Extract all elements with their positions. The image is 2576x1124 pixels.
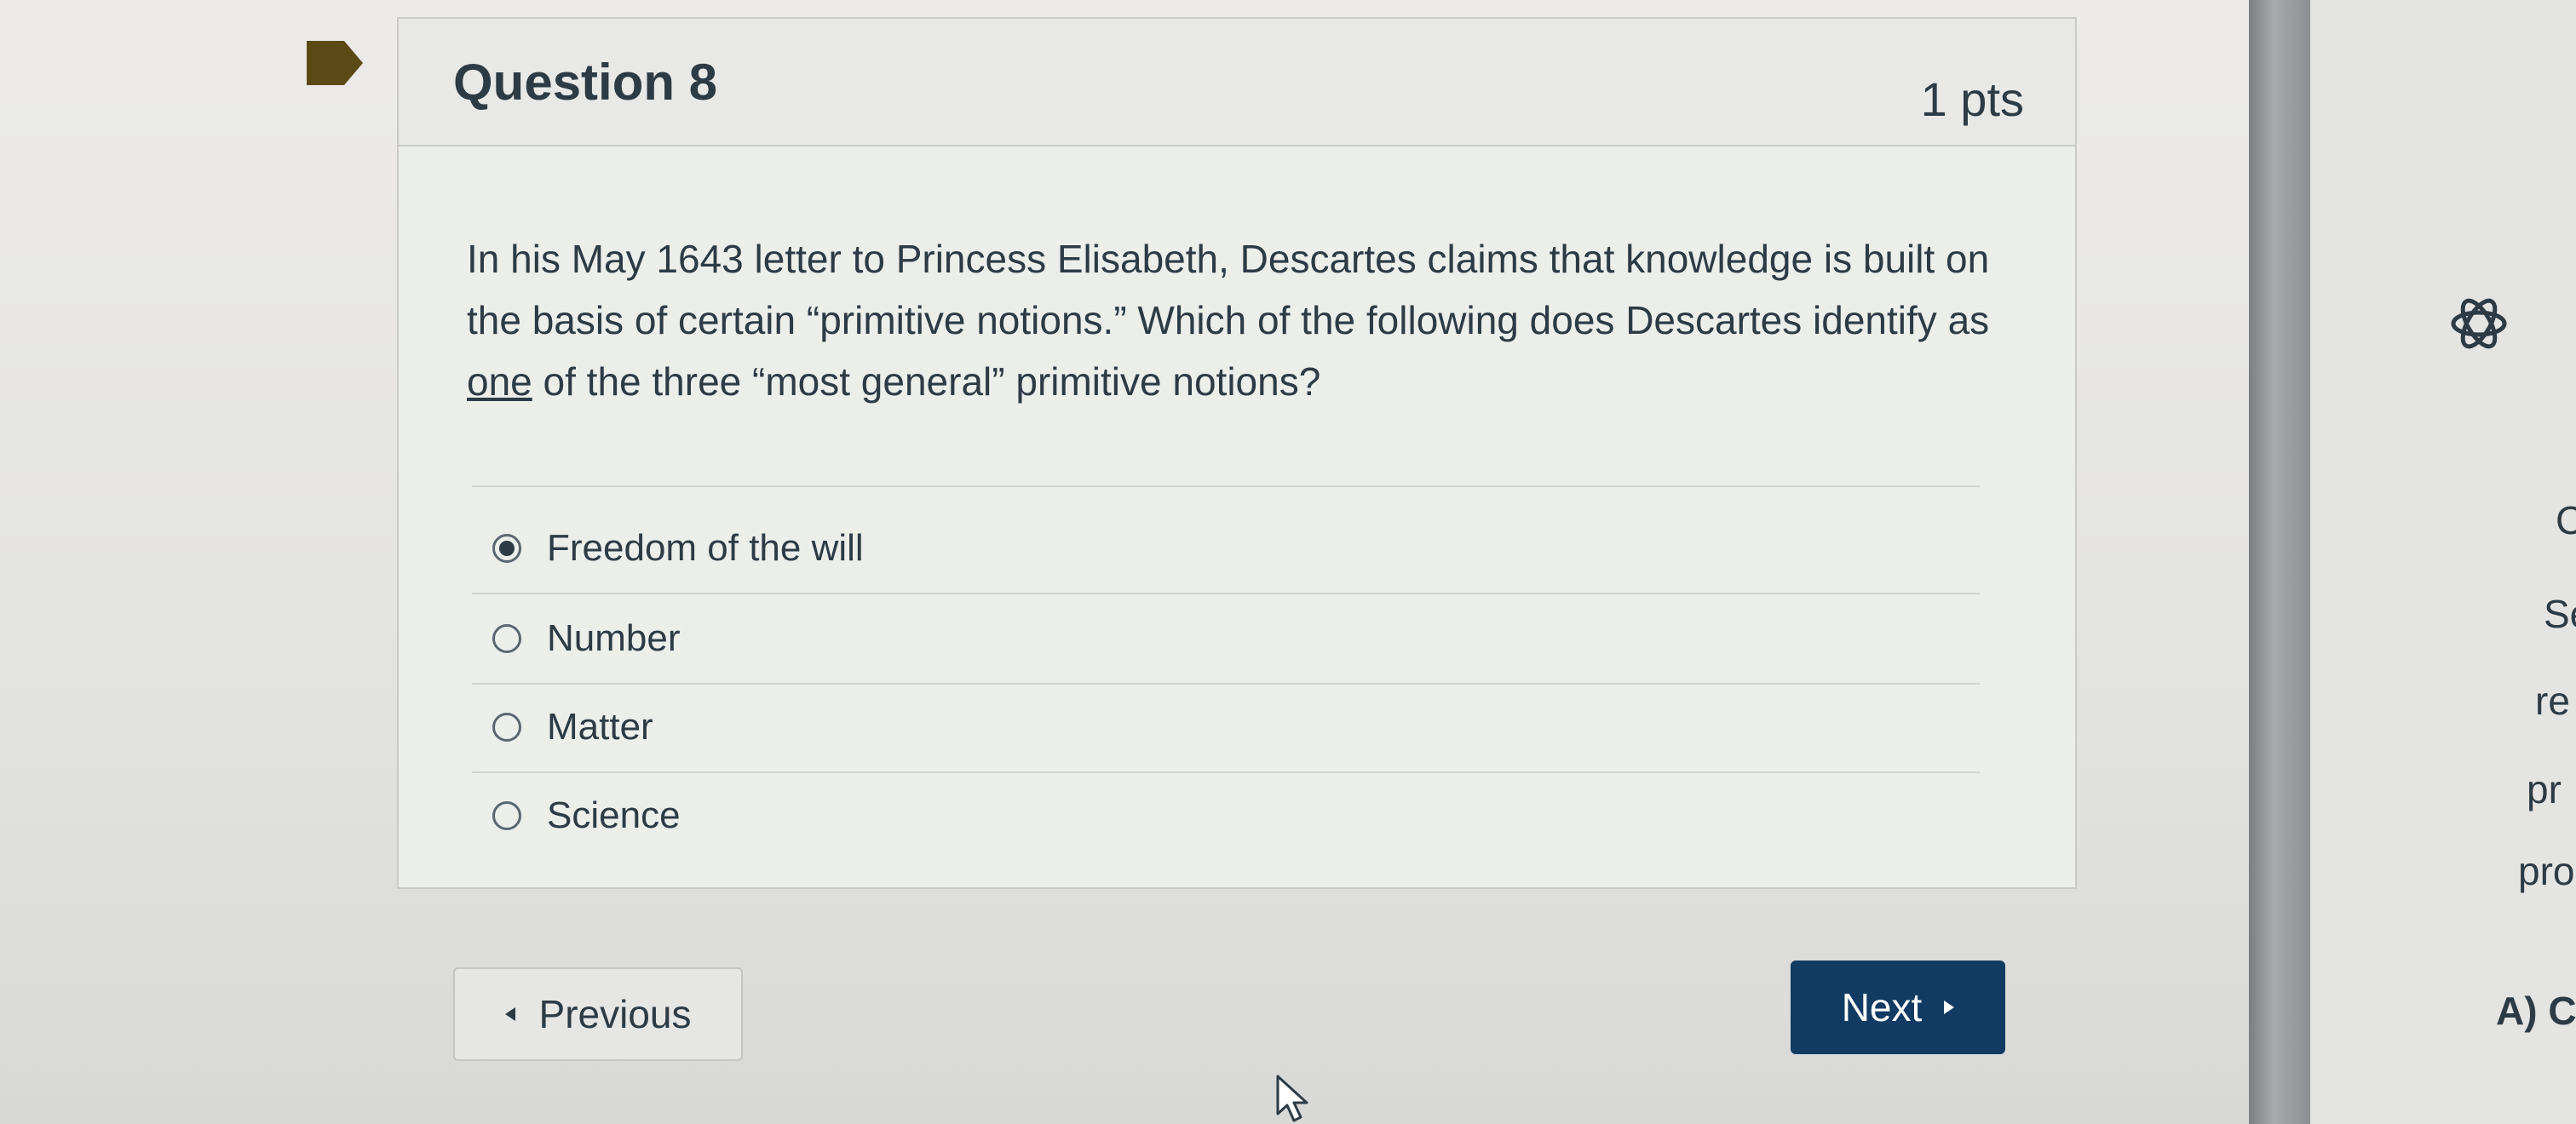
answer-divider (472, 593, 1980, 594)
answer-divider (472, 771, 1980, 773)
window-divider (2249, 0, 2310, 1124)
side-text-fragment: A) C (2496, 989, 2576, 1033)
answer-label: Number (547, 617, 681, 659)
previous-label: Previous (538, 992, 692, 1036)
quiz-screen: Question 8 1 pts In his May 1643 letter … (0, 0, 2576, 1124)
caret-right-icon (1944, 1001, 1955, 1014)
question-text-part2: of the three “most general” primitive no… (532, 359, 1321, 404)
side-panel (2310, 0, 2576, 1124)
answer-option-3[interactable]: Matter (492, 693, 1975, 761)
mouse-pointer-icon (1276, 1075, 1308, 1122)
answer-label: Freedom of the will (547, 527, 864, 569)
side-text-fragment: re (2535, 679, 2570, 723)
side-text-fragment: Se (2544, 592, 2576, 636)
chatgpt-icon[interactable] (2445, 290, 2513, 358)
caret-left-icon (504, 1007, 515, 1021)
answer-option-2[interactable]: Number (492, 605, 1975, 673)
radio-icon[interactable] (492, 624, 521, 653)
answer-divider (472, 683, 1980, 685)
answers-divider (472, 485, 1980, 487)
answer-option-4[interactable]: Science (492, 782, 1975, 850)
next-button[interactable]: Next (1791, 961, 2005, 1054)
question-text: In his May 1643 letter to Princess Elisa… (467, 228, 2017, 412)
radio-checked-icon[interactable] (492, 534, 521, 563)
question-card: Question 8 1 pts In his May 1643 letter … (397, 17, 2077, 889)
question-points: 1 pts (1920, 72, 2024, 126)
answer-label: Science (547, 794, 681, 836)
side-text-fragment: pro (2518, 849, 2575, 893)
flag-icon[interactable] (307, 39, 363, 87)
question-header: Question 8 1 pts (399, 19, 2075, 146)
answer-label: Matter (547, 706, 653, 748)
question-text-underlined: one (467, 359, 532, 404)
radio-icon[interactable] (492, 713, 521, 742)
side-text-fragment: pr (2527, 767, 2562, 811)
question-title: Question 8 (453, 54, 718, 111)
side-text-fragment: C (2556, 498, 2576, 542)
radio-icon[interactable] (492, 801, 521, 830)
answer-option-1[interactable]: Freedom of the will (492, 514, 1975, 582)
question-text-part1: In his May 1643 letter to Princess Elisa… (467, 237, 1990, 342)
next-label: Next (1841, 985, 1923, 1029)
previous-button[interactable]: Previous (453, 967, 743, 1061)
